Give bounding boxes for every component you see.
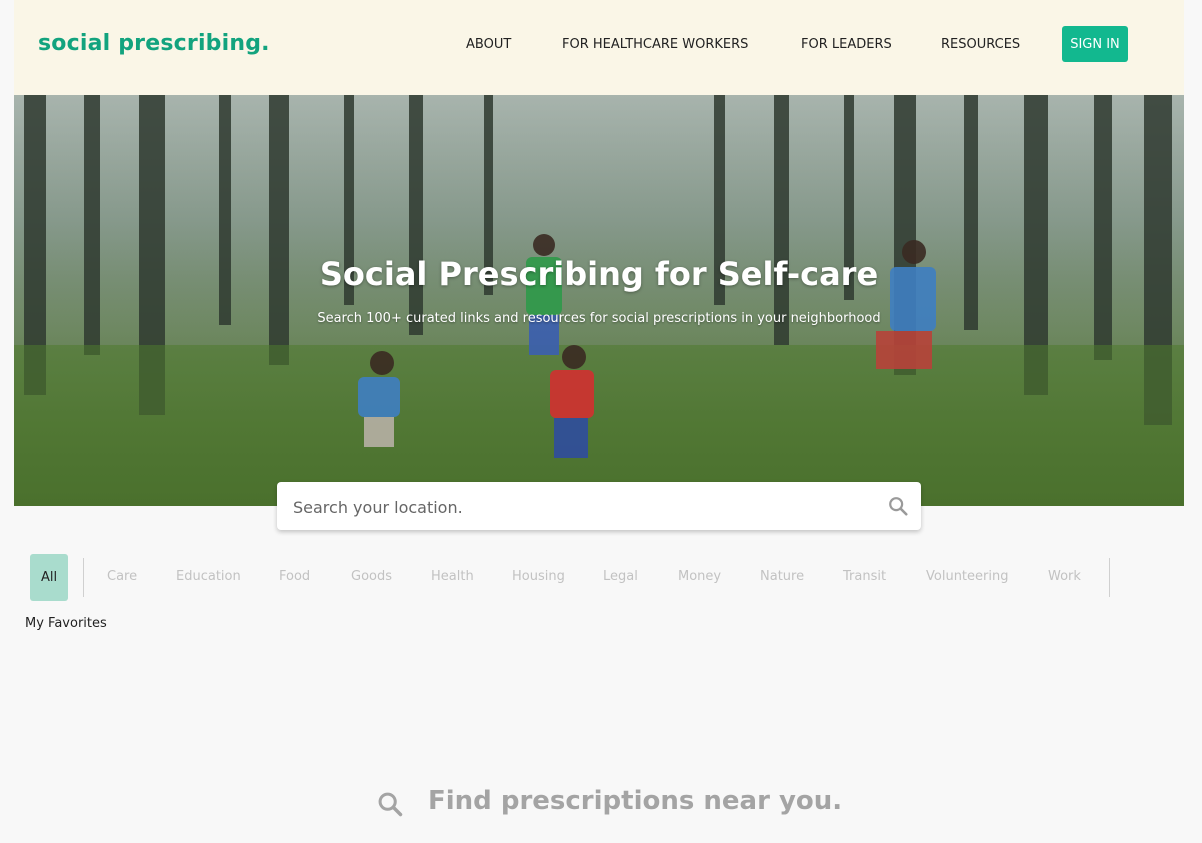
category-care[interactable]: Care <box>107 569 137 584</box>
hero-title: Social Prescribing for Self-care <box>319 255 879 293</box>
category-education[interactable]: Education <box>176 569 241 584</box>
location-search-input[interactable] <box>291 482 875 532</box>
category-divider-left <box>83 558 84 597</box>
my-favorites-link[interactable]: My Favorites <box>25 616 107 631</box>
hero-subtitle: Search 100+ curated links and resources … <box>317 311 881 326</box>
sign-in-button[interactable]: SIGN IN <box>1062 26 1128 62</box>
category-work[interactable]: Work <box>1048 569 1081 584</box>
category-money[interactable]: Money <box>678 569 721 584</box>
category-nature[interactable]: Nature <box>760 569 804 584</box>
nav-resources[interactable]: RESOURCES <box>941 37 1020 52</box>
empty-state-message: Find prescriptions near you. <box>428 786 843 816</box>
nav-healthcare-workers[interactable]: FOR HEALTHCARE WORKERS <box>562 37 748 52</box>
category-health[interactable]: Health <box>431 569 474 584</box>
location-search-box <box>277 482 921 532</box>
category-volunteering[interactable]: Volunteering <box>926 569 1008 584</box>
category-legal[interactable]: Legal <box>603 569 638 584</box>
category-food[interactable]: Food <box>279 569 310 584</box>
nav-about[interactable]: ABOUT <box>466 37 511 52</box>
hero-background-image <box>14 95 1184 506</box>
search-icon[interactable] <box>887 495 909 517</box>
category-transit[interactable]: Transit <box>843 569 886 584</box>
logo[interactable]: social prescribing. <box>38 31 270 56</box>
nav-leaders[interactable]: FOR LEADERS <box>801 37 892 52</box>
category-divider-right <box>1109 558 1110 597</box>
category-all[interactable]: All <box>30 554 68 601</box>
category-housing[interactable]: Housing <box>512 569 565 584</box>
category-goods[interactable]: Goods <box>351 569 392 584</box>
site-header: social prescribing. ABOUT FOR HEALTHCARE… <box>14 0 1184 95</box>
search-icon <box>378 792 403 817</box>
hero-banner: Social Prescribing for Self-care Search … <box>14 95 1184 506</box>
